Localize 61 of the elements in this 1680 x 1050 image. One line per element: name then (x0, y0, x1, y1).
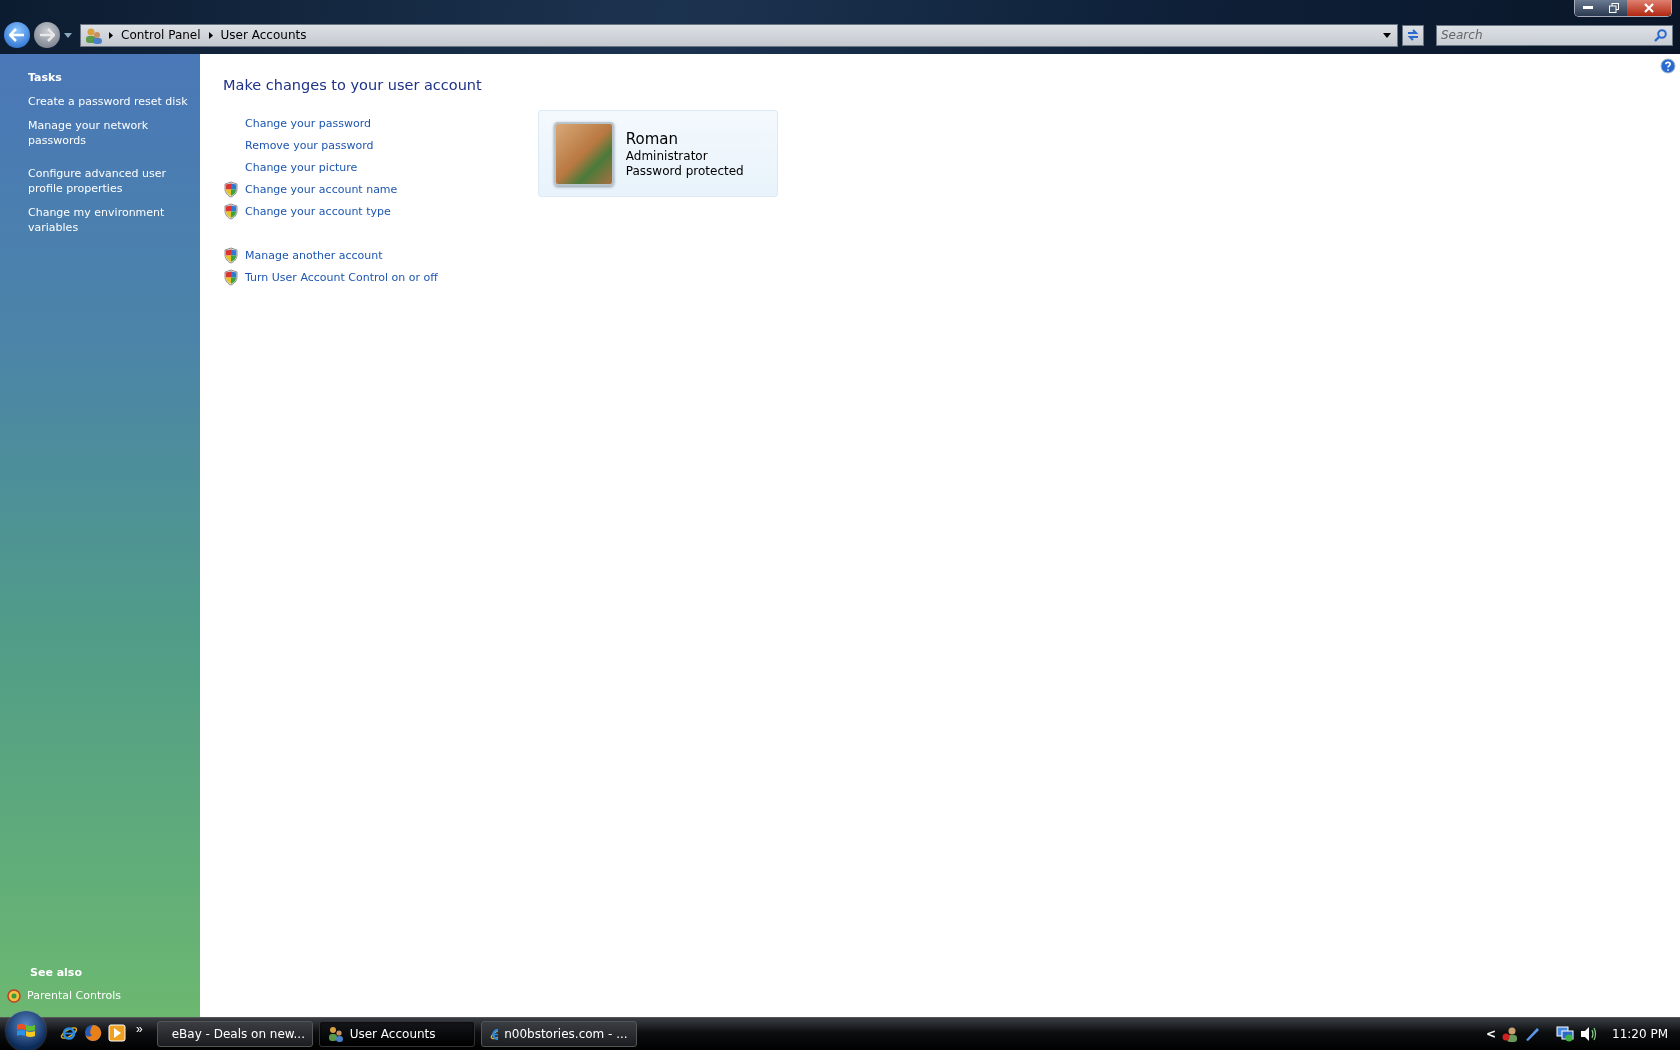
task-link[interactable]: Configure advanced user profile properties (28, 166, 190, 196)
refresh-button[interactable] (1402, 24, 1424, 46)
task-link[interactable]: Turn User Account Control on or off (245, 270, 438, 284)
arrow-left-icon (9, 28, 25, 42)
see-also-heading: See also (30, 966, 82, 979)
tray-expand-button[interactable]: < (1485, 1027, 1496, 1041)
restore-button[interactable] (1601, 0, 1627, 16)
help-icon[interactable] (1660, 58, 1676, 74)
dropdown-arrow-icon[interactable] (1383, 32, 1391, 38)
taskbar-button[interactable]: User Accounts (318, 1021, 475, 1047)
media-player-icon[interactable] (108, 1023, 126, 1045)
back-button[interactable] (4, 22, 30, 48)
quick-launch-more-button[interactable]: » (136, 1022, 143, 1036)
breadcrumb[interactable]: User Accounts (220, 28, 307, 42)
account-status: Password protected (625, 163, 744, 178)
task-link[interactable]: Change my environment variables (28, 205, 190, 235)
parental-controls-icon (7, 988, 21, 1003)
close-icon (1644, 3, 1654, 13)
refresh-arrows-icon (1406, 28, 1420, 42)
history-dropdown-icon[interactable] (64, 32, 72, 38)
search-field[interactable]: Search (1436, 24, 1673, 46)
breadcrumb[interactable]: Control Panel (121, 28, 201, 42)
close-button[interactable] (1627, 0, 1671, 16)
clock[interactable]: 11:20 PM (1612, 1027, 1668, 1041)
task-link[interactable]: Create a password reset disk (28, 94, 190, 109)
address-bar[interactable]: Control Panel User Accounts (80, 23, 1398, 47)
start-button[interactable] (6, 1011, 46, 1050)
breadcrumb-arrow-icon[interactable] (109, 31, 113, 39)
minimize-icon (1583, 6, 1593, 10)
forward-button[interactable] (34, 22, 60, 48)
task-link[interactable]: Remove your password (245, 138, 374, 152)
windows-logo-icon (16, 1022, 36, 1040)
task-link[interactable]: Change your picture (245, 160, 358, 174)
taskbar-button[interactable]: eBay - Deals on new... (156, 1021, 313, 1047)
network-icon[interactable] (1556, 1026, 1574, 1042)
minimize-button[interactable] (1575, 0, 1601, 16)
user-error-icon[interactable] (1502, 1026, 1518, 1042)
breadcrumb-arrow-icon[interactable] (208, 31, 213, 39)
shield-icon (223, 246, 239, 264)
tasks-heading: Tasks (28, 71, 62, 84)
shield-icon (223, 268, 239, 286)
account-picture (553, 121, 614, 186)
task-link[interactable]: Manage another account (245, 248, 383, 262)
taskbar-button[interactable]: n00bstories.com - ... (480, 1021, 637, 1047)
task-link[interactable]: Manage your network passwords (28, 118, 190, 148)
pen-icon[interactable] (1524, 1026, 1540, 1042)
shield-icon (223, 180, 239, 198)
account-name: Roman (625, 129, 680, 148)
arrow-right-icon (39, 28, 55, 42)
browser-e-icon (489, 1026, 499, 1042)
restore-icon (1609, 3, 1619, 13)
page-heading: Make changes to your user account (223, 77, 482, 93)
shield-icon (223, 202, 239, 220)
users-icon (85, 26, 103, 44)
task-link[interactable]: Change your account name (245, 182, 398, 196)
task-link[interactable]: Change your password (245, 116, 372, 130)
search-icon[interactable] (1654, 28, 1667, 42)
users-icon (327, 1026, 344, 1042)
account-type: Administrator (625, 148, 709, 163)
volume-icon[interactable] (1580, 1026, 1598, 1042)
task-link[interactable]: Change your account type (245, 204, 391, 218)
